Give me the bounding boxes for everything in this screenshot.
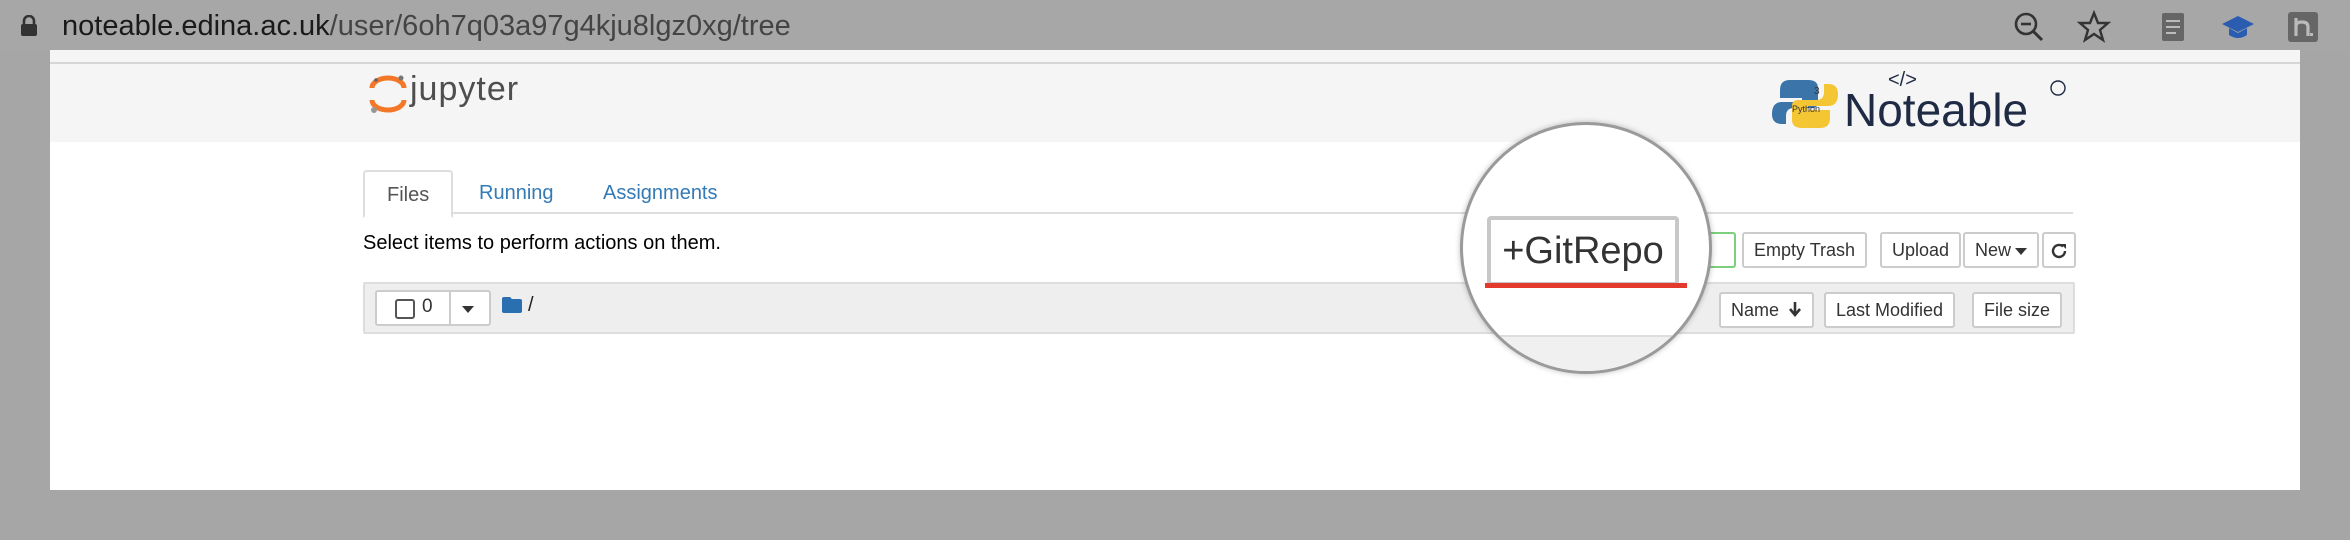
tab-assignments[interactable]: Assignments (581, 170, 740, 212)
document-icon[interactable] (2156, 10, 2190, 44)
sort-name-button[interactable]: Name (1719, 292, 1815, 328)
chevron-down-icon (2015, 247, 2028, 255)
refresh-button[interactable] (2042, 232, 2076, 268)
new-button[interactable]: New (1963, 232, 2040, 268)
select-all-checkbox[interactable] (395, 299, 415, 319)
jupyter-logo-text: jupyter (410, 70, 520, 108)
sort-name-label: Name (1731, 300, 1780, 320)
breadcrumb-root[interactable]: / (528, 294, 534, 317)
empty-trash-button[interactable]: Empty Trash (1742, 232, 1868, 268)
new-button-label: New (1975, 240, 2012, 260)
selected-count: 0 (422, 296, 433, 317)
arrow-down-icon (1788, 295, 1802, 327)
jupyter-logo-icon[interactable] (368, 72, 408, 116)
select-menu-chevron-down-icon[interactable] (462, 306, 474, 313)
folder-icon[interactable] (502, 296, 522, 314)
file-list-header (363, 282, 2075, 334)
magnifier-list-band (1463, 335, 1709, 371)
python-badge: Python (1792, 104, 1820, 114)
tab-running[interactable]: Running (457, 170, 576, 212)
python-version: 3 (1814, 86, 1820, 97)
header-divider (50, 62, 2300, 64)
url-domain: noteable.edina.ac.uk (62, 10, 330, 42)
sort-file-size-button[interactable]: File size (1972, 292, 2063, 328)
selection-hint: Select items to perform actions on them. (363, 232, 721, 254)
h-extension-icon[interactable] (2286, 10, 2320, 44)
star-icon[interactable] (2076, 9, 2112, 44)
refresh-icon (2050, 240, 2068, 260)
url-path: /user/6oh7q03a97g4kju8lgz0xg/tree (329, 10, 791, 42)
sort-last-modified-button[interactable]: Last Modified (1824, 292, 1956, 328)
tab-files[interactable]: Files (363, 170, 454, 218)
gitrepo-button[interactable]: +GitRepo (1487, 216, 1679, 286)
url-field[interactable]: noteable.edina.ac.uk/user/6oh7q03a97g4kj… (62, 8, 791, 44)
graduation-cap-icon[interactable] (2221, 10, 2255, 44)
select-divider (449, 292, 451, 324)
lock-icon (20, 14, 38, 37)
upload-button[interactable]: Upload (1880, 232, 1962, 268)
magnifier-callout: +GitRepo (1460, 122, 1712, 374)
noteable-logo-text: Noteable (1844, 84, 2028, 136)
noteable-logo[interactable]: Python 3 </> Noteable (1770, 68, 2080, 136)
tabs-divider (363, 212, 2073, 214)
zoom-out-icon[interactable] (2012, 10, 2046, 44)
highlight-underline (1485, 283, 1687, 288)
browser-address-bar: noteable.edina.ac.uk/user/6oh7q03a97g4kj… (0, 0, 2350, 50)
